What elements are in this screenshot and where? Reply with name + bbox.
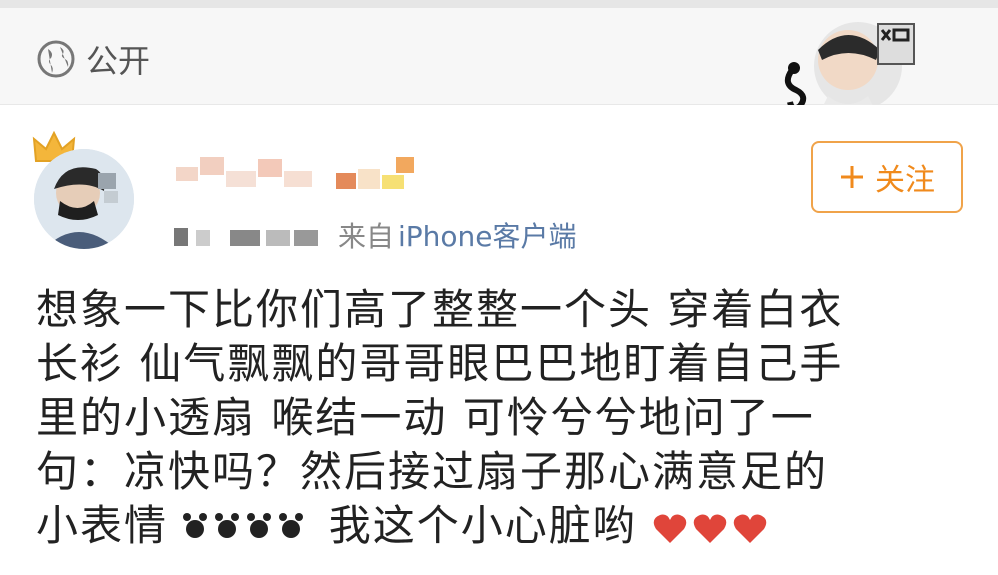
content-line: 句：凉快吗？然后接过扇子那心满意足的 xyxy=(36,447,829,496)
weibo-post: 来自 iPhone客户端 关注 想象一下比你们高了整整一个头 穿着白衣 长衫 仙… xyxy=(0,105,998,575)
content-fragment: 我这个小心脏哟 xyxy=(328,501,637,550)
visibility-indicator[interactable]: 公开 xyxy=(36,36,150,82)
heart-icon xyxy=(653,514,767,543)
timestamp-redacted xyxy=(174,228,318,246)
client-link[interactable]: iPhone客户端 xyxy=(398,215,577,255)
username-redacted xyxy=(176,157,414,189)
content-line: 想象一下比你们高了整整一个头 穿着白衣 xyxy=(36,285,844,334)
post-content: 想象一下比你们高了整整一个头 穿着白衣 长衫 仙气飘飘的哥哥眼巴巴地盯着自己手 … xyxy=(36,283,966,553)
content-fragment: 小表情 xyxy=(36,501,169,550)
header-bar: 公开 xyxy=(0,8,998,112)
paw-emoji-icons xyxy=(183,512,304,538)
content-line: 里的小透扇 喉结一动 可怜兮兮地问了一 xyxy=(36,393,815,442)
top-strip xyxy=(0,0,998,8)
avatar[interactable] xyxy=(34,149,134,249)
follow-button[interactable]: 关注 xyxy=(811,141,963,213)
visibility-label: 公开 xyxy=(86,42,151,80)
author-avatar-wrap[interactable] xyxy=(30,131,140,249)
follow-label: 关注 xyxy=(875,163,935,198)
avatar-image xyxy=(34,149,134,249)
post-meta: 来自 iPhone客户端 xyxy=(170,215,577,255)
globe-icon xyxy=(37,40,75,78)
plus-icon xyxy=(841,166,863,188)
decoration-pendant xyxy=(784,22,915,112)
source-prefix: 来自 xyxy=(338,220,395,253)
content-line-last: 小表情 我这个小心脏哟 xyxy=(36,499,966,553)
content-line: 长衫 仙气飘飘的哥哥眼巴巴地盯着自己手 xyxy=(36,339,844,388)
